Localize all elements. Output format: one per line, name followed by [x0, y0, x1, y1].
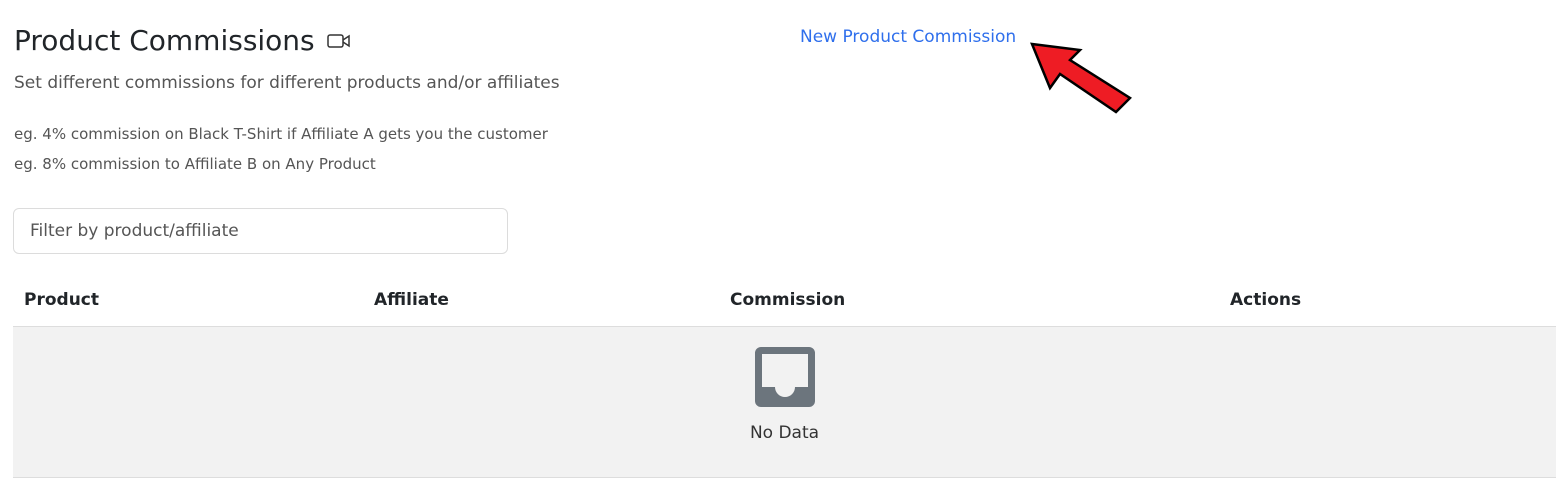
column-header-affiliate[interactable]: Affiliate — [374, 290, 449, 310]
empty-state: No Data — [13, 326, 1556, 478]
filter-input[interactable] — [13, 208, 508, 254]
page-title: Product Commissions — [14, 24, 351, 57]
column-header-product[interactable]: Product — [24, 290, 99, 310]
column-header-actions: Actions — [1230, 290, 1302, 310]
page-title-text: Product Commissions — [14, 24, 315, 57]
page-subtitle: Set different commissions for different … — [14, 73, 560, 93]
example-text: eg. 8% commission to Affiliate B on Any … — [14, 155, 376, 173]
inbox-icon — [755, 347, 815, 407]
example-text: eg. 4% commission on Black T-Shirt if Af… — [14, 125, 548, 143]
annotation-arrow-icon — [1030, 42, 1132, 114]
column-header-commission[interactable]: Commission — [730, 290, 845, 310]
video-camera-icon[interactable] — [326, 33, 351, 49]
no-data-text: No Data — [749, 423, 820, 443]
new-product-commission-link[interactable]: New Product Commission — [800, 27, 1016, 47]
